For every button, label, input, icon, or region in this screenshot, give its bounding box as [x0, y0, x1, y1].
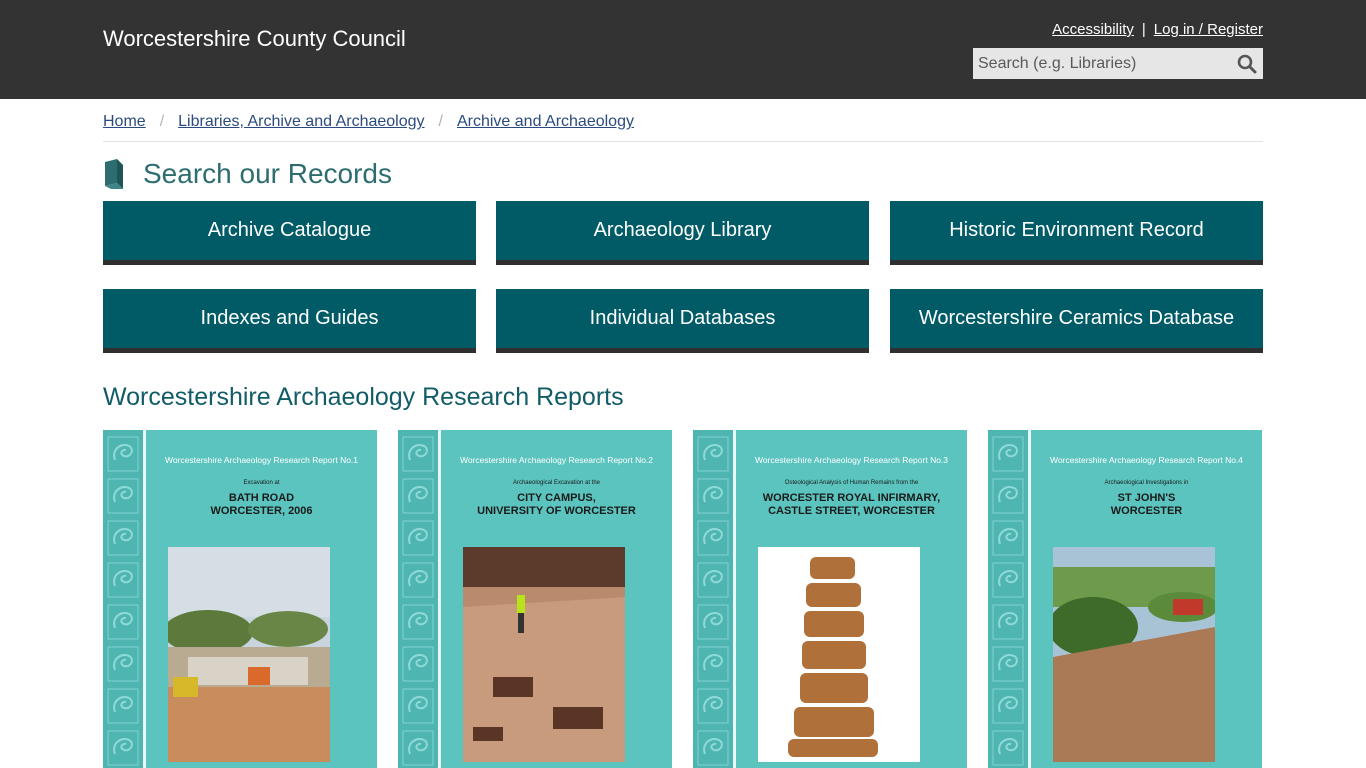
cover-motif-icon: [697, 436, 729, 472]
breadcrumb-separator: /: [438, 113, 443, 130]
cover-motif-icon: [402, 562, 434, 598]
cover-series: Worcestershire Archaeology Research Repo…: [164, 455, 359, 465]
cover-motif-icon: [107, 562, 139, 598]
cover-title-line: CASTLE STREET, WORCESTER: [768, 505, 935, 517]
cover-motif-strip: [103, 430, 143, 768]
cover-motif-icon: [697, 478, 729, 514]
cover-motif-icon: [107, 478, 139, 514]
accessibility-link[interactable]: Accessibility: [1052, 21, 1134, 38]
cover-motif-icon: [402, 604, 434, 640]
cover-title-line: WORCESTER: [1110, 505, 1183, 517]
cover-motif-icon: [107, 646, 139, 682]
cover-motif-icon: [697, 520, 729, 556]
cover-motif-icon: [697, 604, 729, 640]
individual-databases-button[interactable]: Individual Databases: [496, 289, 869, 353]
cover-title: CITY CAMPUS, UNIVERSITY OF WORCESTER: [441, 492, 672, 518]
report-cover-2[interactable]: Worcestershire Archaeology Research Repo…: [398, 430, 672, 768]
cover-motif-icon: [697, 730, 729, 766]
cover-motif-strip: [988, 430, 1028, 768]
cover-motif-icon: [992, 730, 1024, 766]
indexes-guides-button[interactable]: Indexes and Guides: [103, 289, 476, 353]
cover-title-line: WORCESTER ROYAL INFIRMARY,: [762, 492, 941, 504]
link-separator: |: [1141, 21, 1146, 38]
archive-catalogue-button[interactable]: Archive Catalogue: [103, 201, 476, 265]
archaeology-library-button[interactable]: Archaeology Library: [496, 201, 869, 265]
cover-motif-icon: [402, 646, 434, 682]
cover-subtitle: Archaeological Investigations in: [1104, 480, 1189, 486]
search-box: [973, 48, 1263, 79]
breadcrumb-libraries[interactable]: Libraries, Archive and Archaeology: [178, 113, 424, 141]
book-icon: [105, 159, 123, 189]
cover-series: Worcestershire Archaeology Research Repo…: [754, 455, 949, 465]
report-cover-4[interactable]: Worcestershire Archaeology Research Repo…: [988, 430, 1262, 768]
top-links: Accessibility | Log in / Register: [1052, 21, 1263, 38]
cover-title-line: ST JOHN'S: [1117, 492, 1176, 504]
cover-photo-excavation: [463, 547, 625, 762]
cover-motif-icon: [107, 436, 139, 472]
cover-title-line: CITY CAMPUS,: [517, 492, 596, 504]
cover-motif-strip: [398, 430, 438, 768]
cover-title: ST JOHN'S WORCESTER: [1031, 492, 1262, 518]
cover-subtitle: Archaeological Excavation at the: [512, 480, 601, 486]
cover-motif-icon: [402, 730, 434, 766]
cover-motif-icon: [107, 688, 139, 724]
cover-motif-icon: [992, 562, 1024, 598]
cover-title-line: UNIVERSITY OF WORCESTER: [477, 505, 636, 517]
cover-title-line: BATH ROAD: [228, 492, 295, 504]
records-title: Search our Records: [143, 158, 393, 189]
cover-photo-vertebrae: [758, 547, 920, 762]
cover-series: Worcestershire Archaeology Research Repo…: [459, 455, 654, 465]
site-header: Worcestershire County Council Accessibil…: [0, 0, 1366, 99]
cover-title: WORCESTER ROYAL INFIRMARY, CASTLE STREET…: [736, 492, 967, 518]
cover-subtitle: Excavation at: [243, 480, 280, 486]
cover-motif-icon: [402, 520, 434, 556]
cover-photo-aerial: [1053, 547, 1215, 762]
cover-motif-icon: [992, 436, 1024, 472]
cover-motif-icon: [697, 646, 729, 682]
cover-motif-icon: [992, 478, 1024, 514]
reports-title: Worcestershire Archaeology Research Repo…: [103, 383, 624, 411]
historic-environment-record-button[interactable]: Historic Environment Record: [890, 201, 1263, 265]
ceramics-database-button[interactable]: Worcestershire Ceramics Database: [890, 289, 1263, 353]
cover-motif-icon: [402, 436, 434, 472]
search-icon[interactable]: [1237, 54, 1257, 74]
cover-motif-icon: [992, 604, 1024, 640]
cover-motif-icon: [107, 520, 139, 556]
breadcrumb-separator: /: [159, 113, 165, 130]
cover-series: Worcestershire Archaeology Research Repo…: [1049, 455, 1244, 465]
cover-motif-icon: [697, 688, 729, 724]
cover-motif-icon: [402, 478, 434, 514]
cover-motif-icon: [107, 730, 139, 766]
search-input[interactable]: [973, 48, 1263, 79]
breadcrumb-archive-archaeology[interactable]: Archive and Archaeology: [457, 113, 634, 141]
cover-motif-icon: [992, 520, 1024, 556]
login-register-link[interactable]: Log in / Register: [1154, 21, 1263, 38]
cover-motif-icon: [402, 688, 434, 724]
cover-motif-icon: [697, 562, 729, 598]
report-cover-3[interactable]: Worcestershire Archaeology Research Repo…: [693, 430, 967, 768]
breadcrumb: Home / Libraries, Archive and Archaeolog…: [103, 113, 1263, 142]
cover-photo-excavation: [168, 547, 330, 762]
cover-motif-icon: [107, 604, 139, 640]
cover-motif-strip: [693, 430, 733, 768]
cover-motif-icon: [992, 646, 1024, 682]
cover-title: BATH ROAD WORCESTER, 2006: [146, 492, 377, 518]
records-heading: Search our Records: [103, 156, 392, 192]
cover-title-line: WORCESTER, 2006: [210, 505, 313, 517]
breadcrumb-home[interactable]: Home: [103, 113, 146, 141]
site-title-link[interactable]: Worcestershire County Council: [103, 26, 406, 52]
cover-motif-icon: [992, 688, 1024, 724]
cover-subtitle: Osteological Analysis of Human Remains f…: [784, 480, 919, 486]
report-cover-1[interactable]: Worcestershire Archaeology Research Repo…: [103, 430, 377, 768]
